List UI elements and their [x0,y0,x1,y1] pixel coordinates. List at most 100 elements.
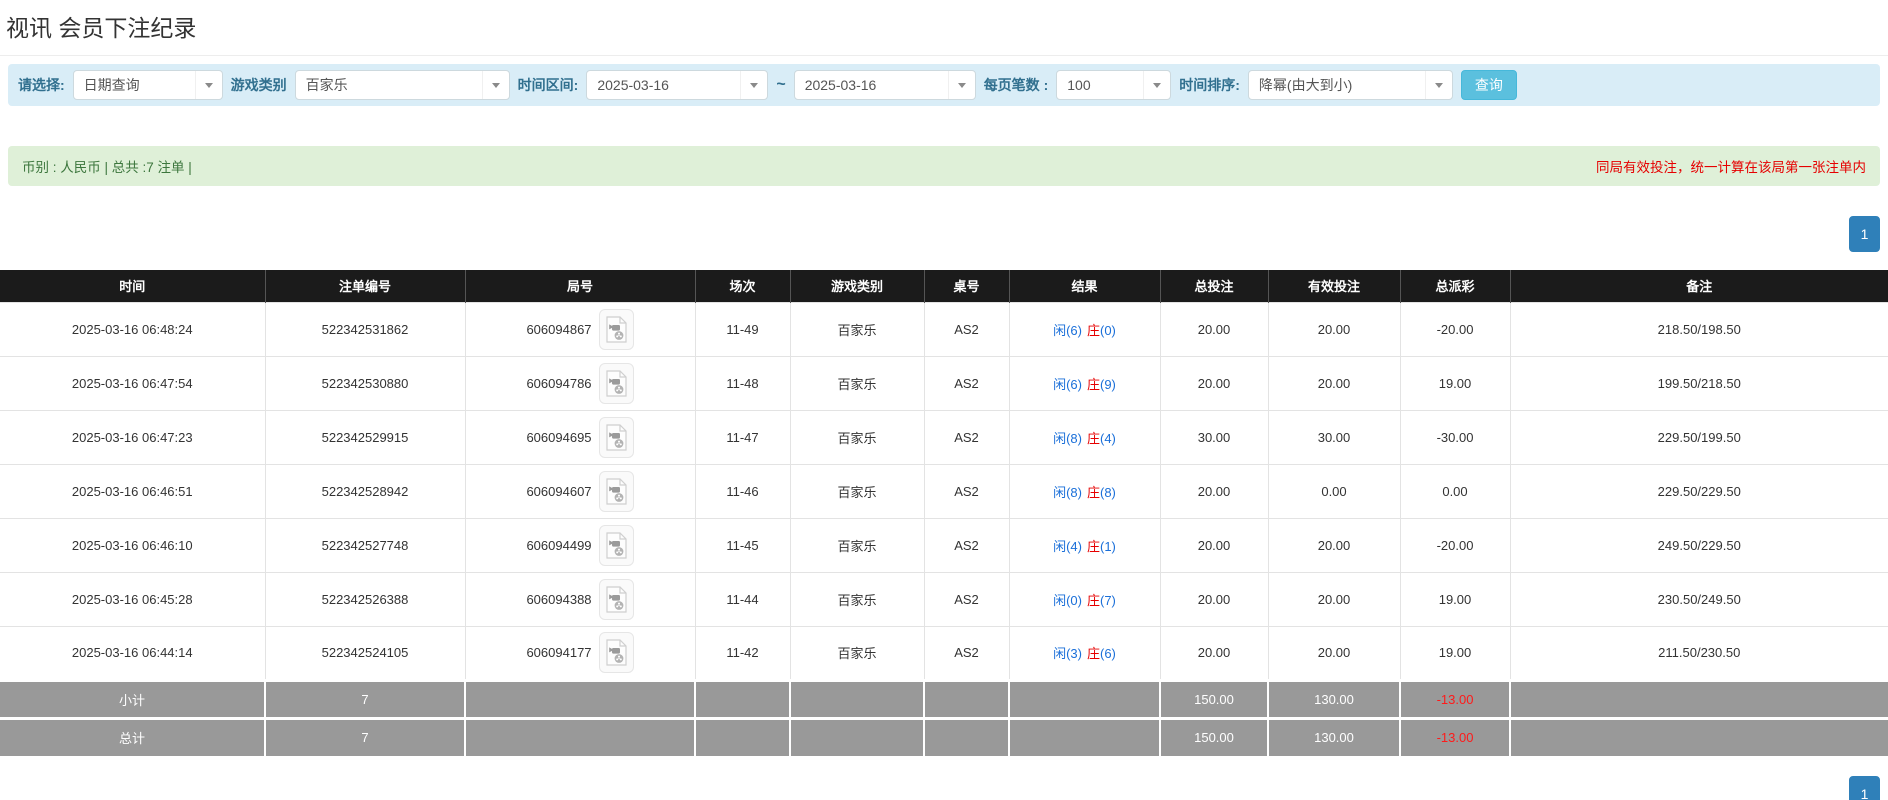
valid-bet-cell: 20.00 [1268,356,1400,410]
chevron-down-icon [1425,71,1452,99]
game-category-select[interactable]: 百家乐 [295,70,510,100]
bet-id-cell: 522342526388 [265,572,465,626]
table-header-row: 时间 注单编号 局号 场次 游戏类别 桌号 结果 总投注 有效投注 总派彩 备注 [0,270,1888,302]
result-banker-label: 庄 [1087,539,1100,554]
total-bet-cell[interactable]: 20.00 [1160,626,1268,680]
bet-id-cell: 522342530880 [265,356,465,410]
total-bet-cell[interactable]: 30.00 [1160,410,1268,464]
session-cell: 11-47 [695,410,790,464]
search-button[interactable]: 查询 [1461,70,1517,100]
remark-cell: 230.50/249.50 [1510,572,1888,626]
page-1-button[interactable]: 1 [1849,216,1880,252]
result-player: 闲(6) [1053,377,1082,392]
subtotal-label: 小计 [0,680,265,718]
query-type-value: 日期查询 [74,75,195,95]
round-cell: 606094867 [465,302,695,356]
valid-bet-cell: 30.00 [1268,410,1400,464]
result-player: 闲(3) [1053,646,1082,661]
total-count: 7 [265,718,465,756]
video-replay-button[interactable] [599,363,634,404]
result-banker-value: (6) [1100,646,1116,661]
video-replay-button[interactable] [599,471,634,512]
date-from-select[interactable]: 2025-03-16 [586,70,768,100]
subtotal-count: 7 [265,680,465,718]
time-sort-label: 时间排序: [1179,75,1240,95]
header-bet-id: 注单编号 [265,270,465,302]
game-category-cell: 百家乐 [790,518,924,572]
bet-id-cell: 522342528942 [265,464,465,518]
total-bet-cell[interactable]: 20.00 [1160,572,1268,626]
header-round: 局号 [465,270,695,302]
result-banker-value: (8) [1100,485,1116,500]
game-category-cell: 百家乐 [790,302,924,356]
subtotal-row: 小计 7 150.00 130.00 -13.00 [0,680,1888,718]
session-cell: 11-46 [695,464,790,518]
total-bet-cell[interactable]: 20.00 [1160,464,1268,518]
total-row: 总计 7 150.00 130.00 -13.00 [0,718,1888,756]
round-number: 606094177 [526,645,591,660]
bet-record-row: 2025-03-16 06:46:51522342528942606094607… [0,464,1888,518]
total-valid-bet: 130.00 [1268,718,1400,756]
page-size-value: 100 [1057,77,1143,93]
game-category-cell: 百家乐 [790,410,924,464]
page-size-label: 每页笔数 : [984,75,1049,95]
result-banker-label: 庄 [1087,646,1100,661]
total-bet-cell[interactable]: 20.00 [1160,518,1268,572]
bet-id-cell: 522342531862 [265,302,465,356]
time-cell: 2025-03-16 06:47:23 [0,410,265,464]
chevron-down-icon [740,71,767,99]
video-replay-button[interactable] [599,632,634,673]
summary-bar: 币别 : 人民币 | 总共 :7 注单 | 同局有效投注，统一计算在该局第一张注… [8,146,1880,186]
video-replay-button[interactable] [599,579,634,620]
result-banker-value: (9) [1100,377,1116,392]
session-cell: 11-48 [695,356,790,410]
bet-id-cell: 522342527748 [265,518,465,572]
result-banker-label: 庄 [1087,377,1100,392]
round-number: 606094499 [526,538,591,553]
bet-id-cell: 522342524105 [265,626,465,680]
payout-cell: 0.00 [1400,464,1510,518]
game-category-cell: 百家乐 [790,572,924,626]
page-size-select[interactable]: 100 [1056,70,1171,100]
game-category-value: 百家乐 [296,75,482,95]
remark-cell: 199.50/218.50 [1510,356,1888,410]
page-1-button[interactable]: 1 [1849,776,1880,800]
game-category-cell: 百家乐 [790,626,924,680]
pagination-bottom: 1 [8,776,1880,800]
payout-cell: 19.00 [1400,626,1510,680]
result-banker-value: (4) [1100,431,1116,446]
table-no-cell: AS2 [924,464,1009,518]
round-number: 606094388 [526,592,591,607]
remark-cell: 229.50/199.50 [1510,410,1888,464]
session-cell: 11-44 [695,572,790,626]
round-number: 606094786 [526,376,591,391]
time-sort-select[interactable]: 降幂(由大到小) [1248,70,1453,100]
result-cell: 闲(3) 庄(6) [1009,626,1160,680]
page-title: 视讯 会员下注纪录 [6,9,1880,43]
time-cell: 2025-03-16 06:46:10 [0,518,265,572]
total-bet-cell[interactable]: 20.00 [1160,302,1268,356]
session-cell: 11-42 [695,626,790,680]
filter-bar: 请选择: 日期查询 游戏类别 百家乐 时间区间: 2025-03-16 ~ 20… [8,64,1880,106]
payout-cell: 19.00 [1400,572,1510,626]
bet-record-row: 2025-03-16 06:47:23522342529915606094695… [0,410,1888,464]
result-banker-label: 庄 [1087,593,1100,608]
video-replay-button[interactable] [599,309,634,350]
table-no-cell: AS2 [924,518,1009,572]
result-banker-label: 庄 [1087,431,1100,446]
result-cell: 闲(6) 庄(9) [1009,356,1160,410]
video-replay-button[interactable] [599,525,634,566]
date-to-select[interactable]: 2025-03-16 [794,70,976,100]
time-cell: 2025-03-16 06:44:14 [0,626,265,680]
video-replay-button[interactable] [599,417,634,458]
query-type-select[interactable]: 日期查询 [73,70,223,100]
table-no-cell: AS2 [924,626,1009,680]
bet-record-row: 2025-03-16 06:44:14522342524105 606094177… [0,626,1888,680]
chevron-down-icon [195,71,222,99]
header-result: 结果 [1009,270,1160,302]
result-cell: 闲(8)庄(8) [1009,464,1160,518]
subtotal-valid-bet: 130.00 [1268,680,1400,718]
time-cell: 2025-03-16 06:45:28 [0,572,265,626]
time-cell: 2025-03-16 06:48:24 [0,302,265,356]
total-bet-cell[interactable]: 20.00 [1160,356,1268,410]
